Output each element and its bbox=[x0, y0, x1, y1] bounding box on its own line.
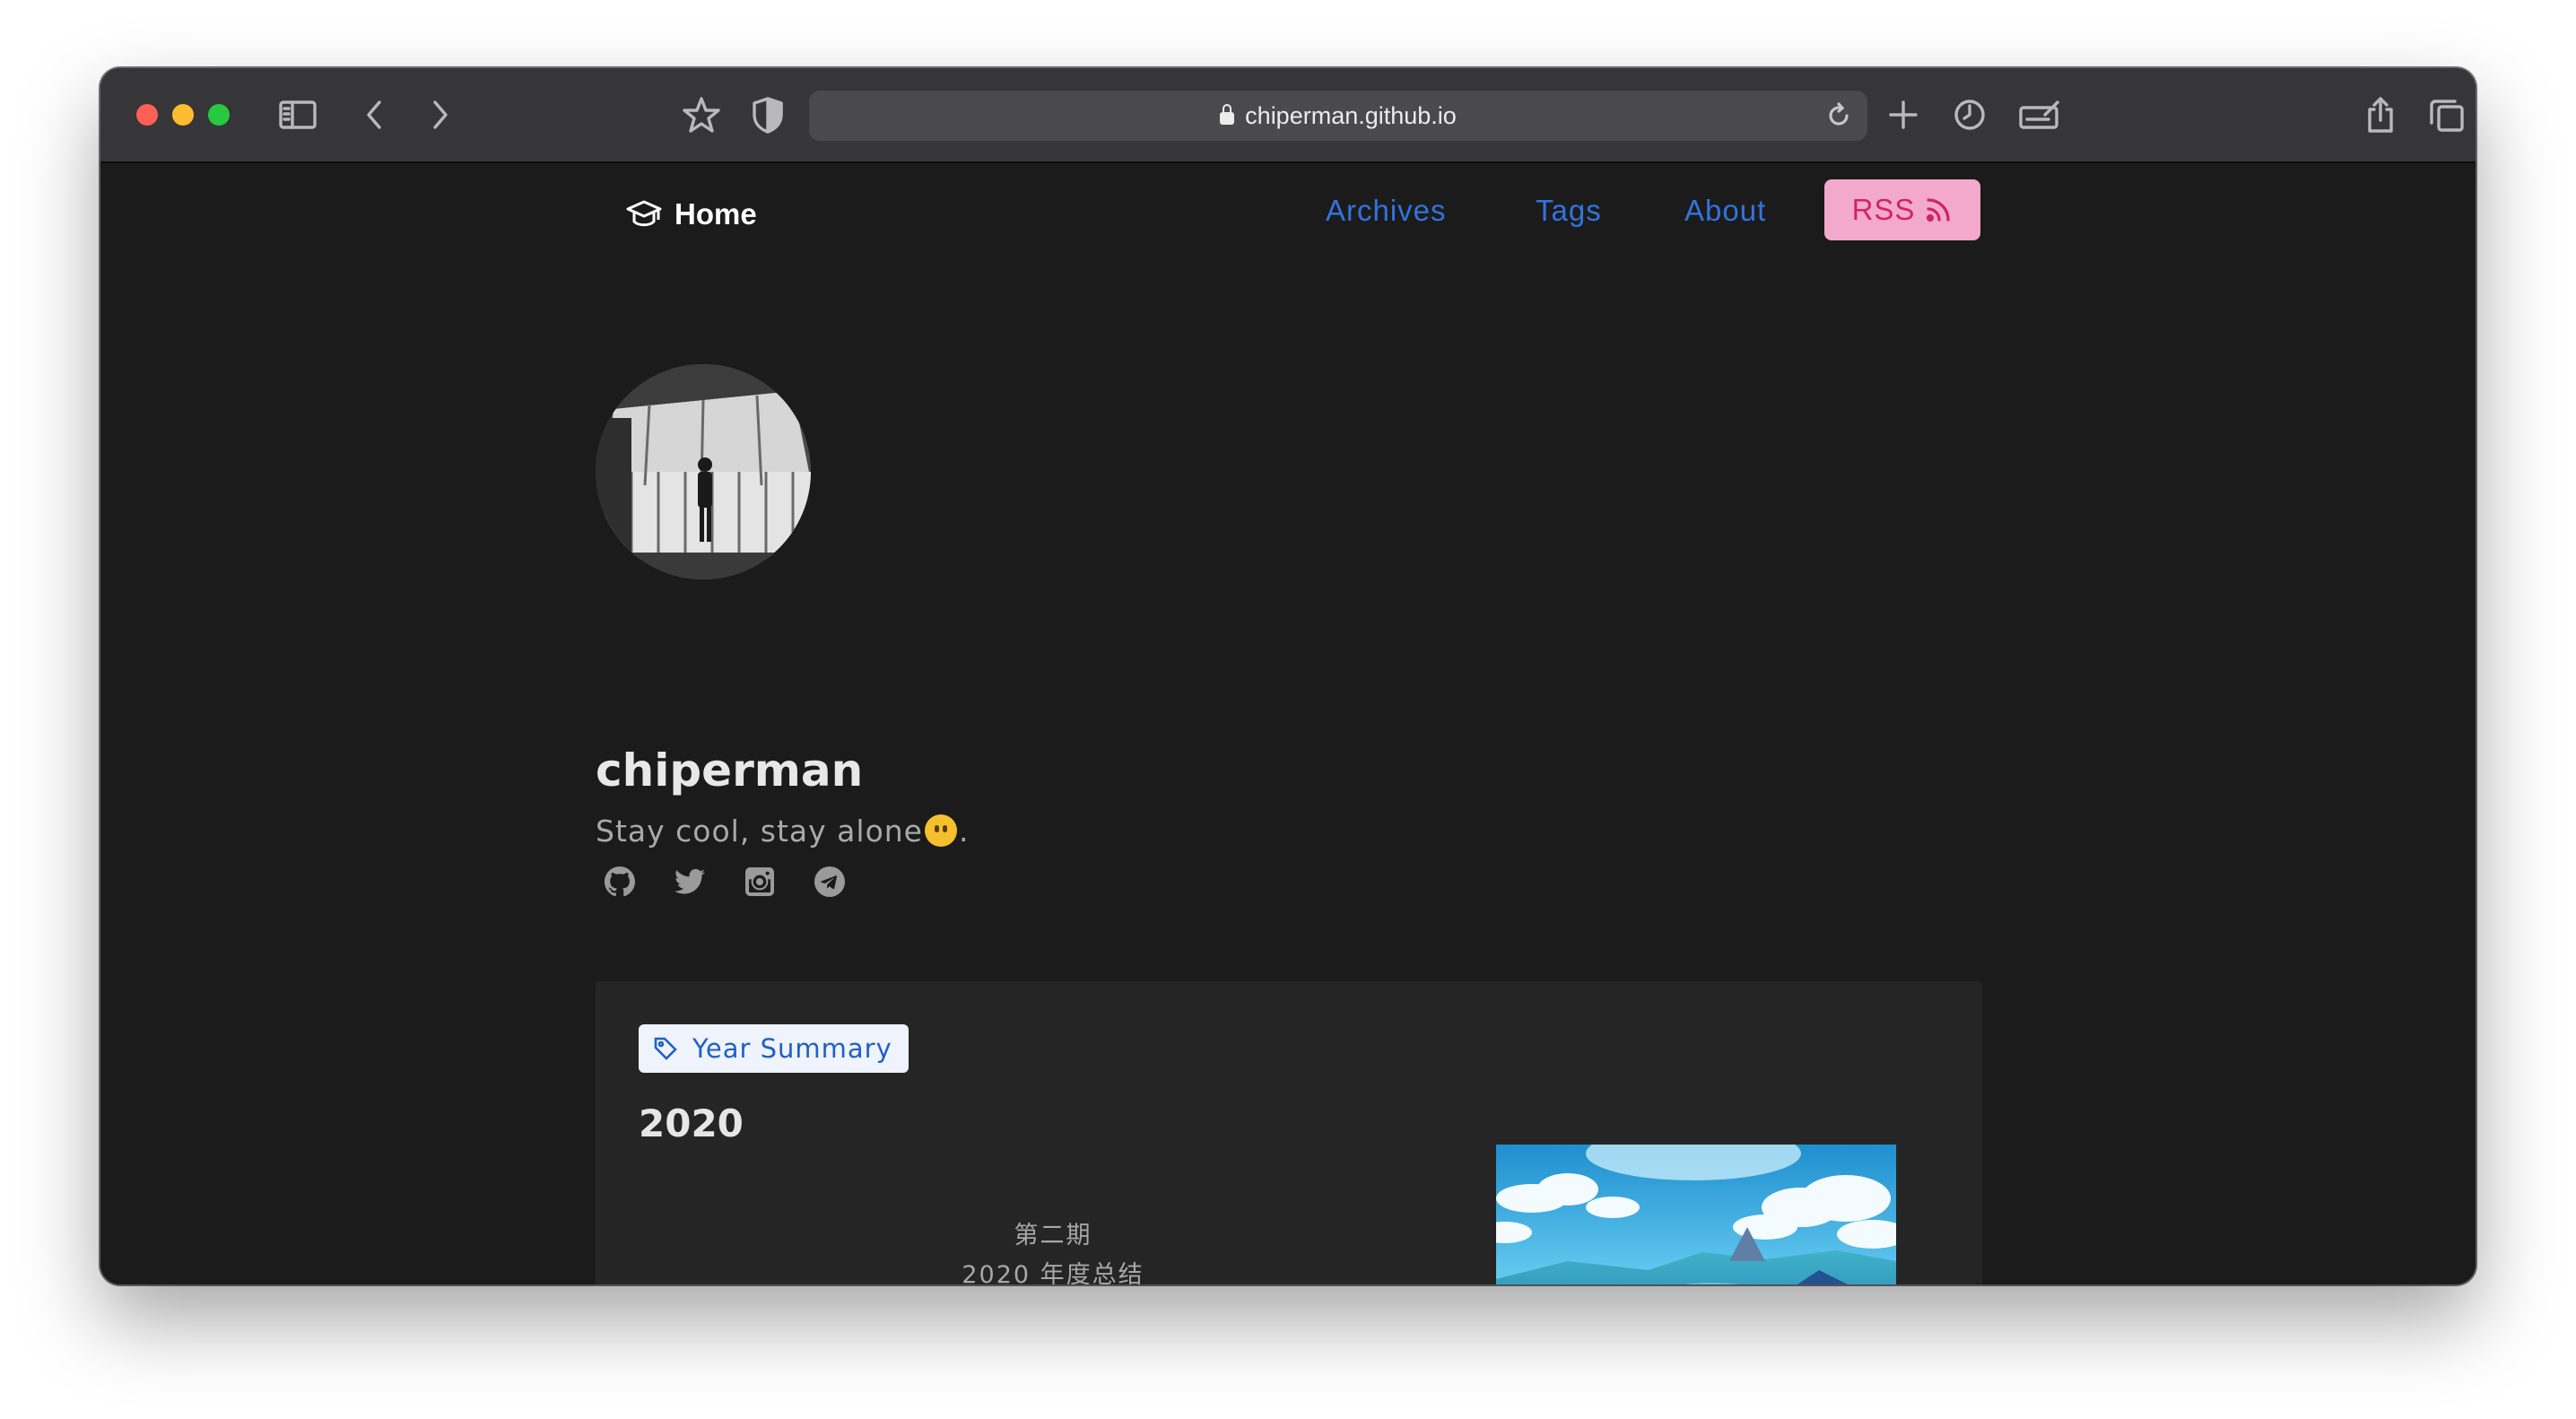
post-title[interactable]: 2020 bbox=[639, 1101, 744, 1145]
maximize-window-button[interactable] bbox=[208, 104, 230, 126]
forward-icon[interactable] bbox=[416, 91, 463, 138]
address-bar[interactable]: chiperman.github.io bbox=[809, 91, 1867, 141]
profile-bio: Stay cool, stay alone. bbox=[596, 809, 969, 849]
excerpt-line-1: 第二期 bbox=[1014, 1222, 1092, 1249]
new-tab-icon[interactable] bbox=[1880, 91, 1927, 138]
nav-archives-link[interactable]: Archives bbox=[1326, 194, 1447, 228]
page-content: Home Archives Tags About RSS chiperman S… bbox=[100, 163, 2476, 1284]
twitter-icon[interactable] bbox=[674, 866, 705, 897]
nav-home-link[interactable]: Home bbox=[626, 197, 757, 231]
rss-button[interactable]: RSS bbox=[1824, 179, 1980, 240]
nav-about-link[interactable]: About bbox=[1684, 194, 1766, 228]
instagram-icon[interactable] bbox=[744, 866, 775, 897]
minimize-window-button[interactable] bbox=[172, 104, 194, 126]
post-tag-label: Year Summary bbox=[692, 1033, 892, 1064]
reload-icon[interactable] bbox=[1815, 92, 1862, 139]
star-icon[interactable] bbox=[678, 91, 725, 138]
url-text: chiperman.github.io bbox=[1245, 101, 1457, 129]
rss-icon bbox=[1927, 198, 1951, 222]
post-excerpt: 第二期 2020 年度总结 bbox=[865, 1216, 1241, 1284]
post-cover-image[interactable] bbox=[1496, 1145, 1896, 1284]
lock-icon bbox=[1220, 104, 1235, 125]
excerpt-line-2: 2020 年度总结 bbox=[962, 1261, 1144, 1284]
telegram-icon[interactable] bbox=[814, 866, 845, 897]
graduation-cap-icon bbox=[626, 200, 662, 227]
history-icon[interactable] bbox=[1946, 91, 1993, 138]
tag-icon bbox=[654, 1037, 677, 1060]
post-tag[interactable]: Year Summary bbox=[639, 1024, 909, 1073]
close-window-button[interactable] bbox=[136, 104, 158, 126]
social-links bbox=[605, 866, 845, 897]
browser-toolbar: chiperman.github.io bbox=[100, 68, 2476, 163]
shield-icon[interactable] bbox=[744, 91, 791, 138]
rss-label: RSS bbox=[1851, 193, 1916, 226]
back-icon[interactable] bbox=[352, 91, 398, 138]
avatar bbox=[596, 364, 811, 579]
nav-tags-link[interactable]: Tags bbox=[1536, 194, 1602, 228]
profile-name: chiperman bbox=[596, 744, 864, 797]
tabs-overview-icon[interactable] bbox=[2424, 91, 2470, 138]
browser-window: chiperman.github.io Home Archives Tags A… bbox=[100, 68, 2476, 1284]
share-icon[interactable] bbox=[2357, 91, 2404, 138]
bio-suffix: . bbox=[958, 814, 970, 849]
bio-text: Stay cool, stay alone bbox=[596, 814, 923, 849]
face-without-mouth-emoji-icon bbox=[924, 814, 957, 847]
nav-home-label: Home bbox=[674, 197, 757, 231]
github-icon[interactable] bbox=[605, 866, 635, 897]
reader-keyboard-icon[interactable] bbox=[2018, 91, 2065, 138]
sidebar-icon[interactable] bbox=[274, 91, 321, 138]
post-card[interactable]: Year Summary 2020 第二期 2020 年度总结 bbox=[596, 981, 1982, 1284]
